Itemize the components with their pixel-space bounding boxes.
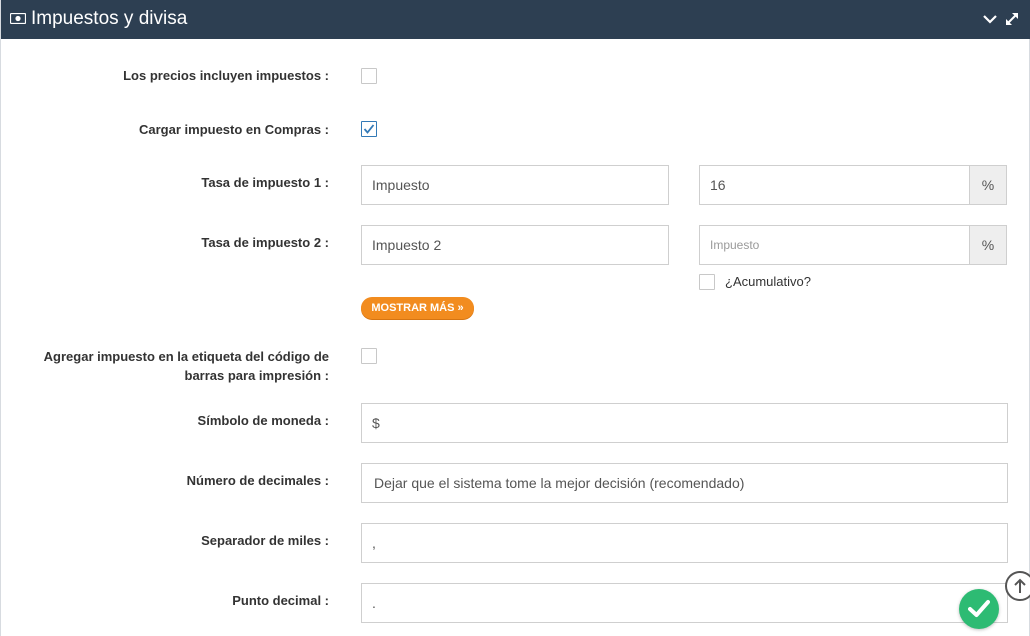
taxes-currency-panel: Impuestos y divisa Los precios incluyen … (0, 0, 1030, 636)
currency-symbol-label: Símbolo de moneda : (197, 413, 329, 428)
cumulative-label: ¿Acumulativo? (725, 274, 811, 289)
prices-include-tax-checkbox[interactable] (361, 68, 377, 84)
tax-rate-1-percent-addon: % (969, 165, 1007, 205)
tax-rate-1-label: Tasa de impuesto 1 : (201, 175, 329, 190)
panel-title: Impuestos y divisa (31, 8, 188, 29)
barcode-tax-label-line1: Agregar impuesto en la etiqueta del códi… (43, 349, 329, 364)
prices-include-tax-label: Los precios incluyen impuestos : (123, 68, 329, 83)
charge-tax-purchases-checkbox[interactable] (361, 121, 377, 137)
tax-rate-1-name-input[interactable]: Impuesto (361, 165, 669, 205)
decimal-point-input[interactable]: . (361, 583, 1008, 623)
barcode-tax-checkbox[interactable] (361, 348, 377, 364)
expand-icon[interactable] (1004, 11, 1020, 27)
tax-rate-2-name-input[interactable]: Impuesto 2 (361, 225, 669, 265)
chevron-down-icon[interactable] (982, 12, 998, 26)
cumulative-checkbox[interactable] (699, 274, 715, 290)
decimal-point-label: Punto decimal : (232, 593, 329, 608)
thousands-separator-input[interactable]: , (361, 523, 1008, 563)
check-mark-icon (363, 124, 375, 134)
tax-rate-2-percent-input[interactable]: Impuesto (699, 225, 970, 265)
tax-rate-1-percent-input[interactable]: 16 (699, 165, 970, 205)
decimals-select[interactable]: Dejar que el sistema tome la mejor decis… (361, 463, 1008, 503)
panel-header: Impuestos y divisa (1, 0, 1030, 39)
show-more-button[interactable]: MOSTRAR MÁS » (361, 297, 474, 319)
barcode-tax-label-line2: barras para impresión : (184, 368, 330, 383)
charge-tax-purchases-label: Cargar impuesto en Compras : (139, 122, 329, 137)
save-button[interactable] (959, 589, 999, 629)
tax-rate-2-percent-addon: % (969, 225, 1007, 265)
arrow-up-circle-icon (1014, 578, 1026, 593)
decimals-label: Número de decimales : (186, 473, 329, 488)
currency-symbol-input[interactable]: $ (361, 403, 1008, 443)
check-icon (968, 600, 990, 617)
money-icon (10, 13, 26, 24)
scroll-top-button[interactable] (1005, 571, 1030, 601)
tax-rate-2-label: Tasa de impuesto 2 : (201, 235, 329, 250)
thousands-separator-label: Separador de miles : (201, 533, 329, 548)
